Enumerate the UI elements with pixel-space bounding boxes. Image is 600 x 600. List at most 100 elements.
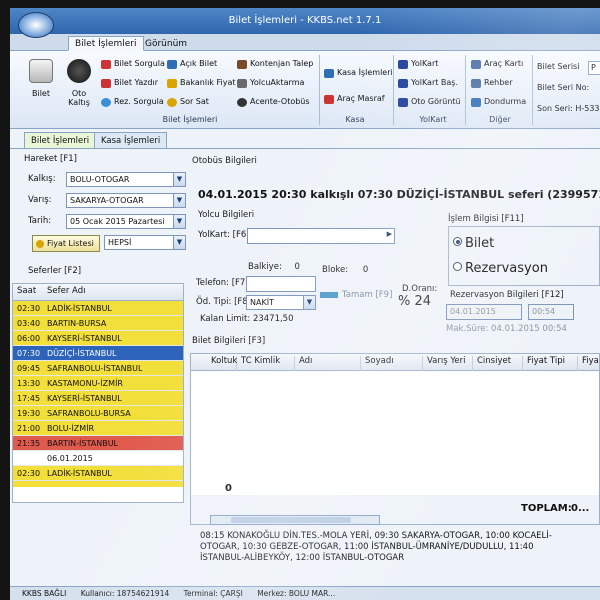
col-koltuk[interactable]: Koltuk [207, 356, 237, 371]
acente-otobus-button[interactable]: Acente-Otobüs [237, 94, 310, 110]
radio-rezervasyon[interactable]: Rezervasyon [453, 261, 548, 276]
trips-empty-area [13, 481, 183, 487]
trip-row[interactable]: 06:00 KAYSERİ-İSTANBUL [13, 331, 183, 346]
print-icon [101, 79, 111, 88]
trip-row[interactable]: 03:40 BARTIN-BURSA [13, 316, 183, 331]
trip-time: 03:40 [17, 319, 41, 328]
yolkart-group-label: YolKart [419, 115, 447, 124]
radio-dot [453, 262, 462, 271]
varis-select[interactable]: SAKARYA-OTOGAR ▼ [66, 193, 186, 208]
vehicle-card-icon [471, 60, 481, 69]
tab-bilet-islemleri[interactable]: Bilet İşlemleri [68, 36, 144, 51]
islem-type-group: Bilet Rezervasyon [448, 226, 600, 286]
yolkart-button[interactable]: YolKart [398, 56, 438, 72]
coin-icon [167, 98, 177, 107]
rehber-button[interactable]: Rehber [471, 75, 512, 91]
status-user: Kullanıcı: 18754621914 [80, 589, 170, 598]
kasa-islemleri-button[interactable]: Kasa İşlemleri [324, 65, 393, 81]
trip-row[interactable]: 17:45 KAYSERİ-İSTANBUL [13, 391, 183, 406]
trip-time: 21:35 [17, 439, 41, 448]
grid-horizontal-scrollbar[interactable] [210, 515, 380, 525]
money-icon [320, 291, 338, 298]
trip-row[interactable]: 13:30 KASTAMONU-İZMİR [13, 376, 183, 391]
rez-time-input[interactable]: 00:54 [528, 304, 574, 320]
col-fiyat[interactable]: Fiyat [578, 356, 599, 371]
trip-name: LADİK-İSTANBUL [47, 469, 112, 478]
coin-icon [36, 240, 44, 248]
col-tc-kimlik[interactable]: TC Kimlik [237, 356, 295, 371]
trip-name: 06.01.2015 [47, 454, 93, 463]
chevron-down-icon[interactable]: ▼ [303, 296, 315, 309]
arac-karti-button[interactable]: Araç Kartı [471, 56, 523, 72]
acik-bilet-button[interactable]: Açık Bilet [167, 56, 217, 72]
trip-row[interactable]: 07:30 DÜZİÇİ-İSTANBUL [13, 346, 183, 361]
rez-date-input[interactable]: 04.01.2015 [446, 304, 522, 320]
yolcu-aktarma-button[interactable]: YolcuAktarma [237, 75, 304, 91]
kasa-group-label: Kasa [345, 115, 365, 124]
wheel-icon [67, 59, 91, 83]
trip-row[interactable]: 06.01.2015 [13, 451, 183, 466]
trip-row[interactable]: 21:35 BARTIN-İSTANBUL [13, 436, 183, 451]
rez-sorgula-button[interactable]: Rez. Sorgula [101, 94, 164, 110]
col-cinsiyet[interactable]: Cinsiyet [473, 356, 523, 371]
subtab-bilet-islemleri[interactable]: Bilet İşlemleri [24, 132, 97, 149]
scroll-thumb[interactable] [231, 517, 351, 523]
app-menu-orb[interactable] [18, 12, 54, 38]
trip-row[interactable]: 02:30 LADİK-İSTANBUL [13, 466, 183, 481]
bilet-button[interactable]: Bilet [24, 59, 58, 98]
trip-name: LADİK-İSTANBUL [47, 304, 112, 313]
col-fiyat-tipi[interactable]: Fiyat Tipi [523, 356, 578, 371]
telefon-label: Telefon: [F7] [196, 278, 249, 288]
col-varis-yeri[interactable]: Varış Yeri [423, 356, 473, 371]
toplam-value: 0... [571, 503, 590, 514]
oto-goruntu-button[interactable]: Oto Görüntü [398, 94, 461, 110]
chevron-down-icon[interactable]: ▼ [173, 173, 185, 186]
ribbon-separator [319, 55, 320, 125]
app-screen: Bilet İşlemleri - KKBS.net 1.7.1 Bilet İ… [0, 0, 600, 600]
kalkis-label: Kalkış: [28, 174, 56, 184]
fiyat-listesi-button[interactable]: Fiyat Listesi [32, 235, 100, 252]
open-ticket-icon [167, 60, 177, 69]
col-saat[interactable]: Saat [17, 286, 36, 296]
kontenjan-talep-button[interactable]: Kontenjan Talep [237, 56, 313, 72]
bilet-yazdir-button[interactable]: Bilet Yazdır [101, 75, 158, 91]
tarih-picker[interactable]: 05 Ocak 2015 Pazartesi ▼ [66, 214, 186, 229]
telefon-input[interactable] [246, 276, 316, 292]
ribbon-separator [532, 55, 533, 125]
kalkis-select[interactable]: BOLU-OTOGAR ▼ [66, 172, 186, 187]
subtab-underline [10, 148, 600, 149]
col-soyadi[interactable]: Soyadı [361, 356, 423, 371]
yolkart-input[interactable]: ▶ [247, 228, 395, 244]
fiyat-filter-select[interactable]: HEPSİ ▼ [104, 235, 186, 250]
trip-row[interactable]: 21:00 BOLU-İZMİR [13, 421, 183, 436]
ticket-count: 0 [225, 483, 232, 494]
bilet-sorgula-button[interactable]: Bilet Sorgula [101, 56, 165, 72]
yolkart-bas-button[interactable]: YolKart Baş. [398, 75, 458, 91]
col-sefer-adi[interactable]: Sefer Adı [47, 286, 85, 296]
bakanlik-fiyat-button[interactable]: Bakanlık Fiyat [167, 75, 236, 91]
col-adi[interactable]: Adı [295, 356, 361, 371]
trip-name: KAYSERİ-İSTANBUL [47, 334, 122, 343]
chevron-right-icon[interactable]: ▶ [387, 230, 392, 238]
sor-sat-button[interactable]: Sor Sat [167, 94, 209, 110]
trip-row[interactable]: 09:45 SAFRANBOLU-İSTANBUL [13, 361, 183, 376]
tamam-button[interactable]: Tamam [F9] [320, 290, 392, 300]
trip-row[interactable]: 02:30 LADİK-İSTANBUL [13, 301, 183, 316]
trip-time: 19:30 [17, 409, 41, 418]
chevron-down-icon[interactable]: ▼ [173, 194, 185, 207]
monitor-bezel-top [0, 0, 600, 8]
doran-value: % 24 [398, 294, 432, 309]
radio-bilet[interactable]: Bilet [453, 236, 494, 251]
son-seri-label: Son Seri: H-5339 [537, 104, 600, 113]
oto-kaltis-button[interactable]: Oto Kaltış [60, 59, 98, 107]
monitor-bezel-left [0, 0, 10, 600]
calendar-icon[interactable]: ▼ [173, 215, 185, 228]
subtab-kasa-islemleri[interactable]: Kasa İşlemleri [94, 132, 168, 149]
arac-masraf-button[interactable]: Araç Masraf [324, 91, 385, 107]
dondurma-button[interactable]: Dondurma [471, 94, 526, 110]
tab-gorunum[interactable]: Görünüm [138, 36, 194, 51]
trip-row[interactable]: 19:30 SAFRANBOLU-BURSA [13, 406, 183, 421]
bilet-serisi-input[interactable]: P [588, 61, 600, 75]
odeme-tipi-select[interactable]: NAKİT ▼ [246, 295, 316, 310]
chevron-down-icon[interactable]: ▼ [173, 236, 185, 249]
